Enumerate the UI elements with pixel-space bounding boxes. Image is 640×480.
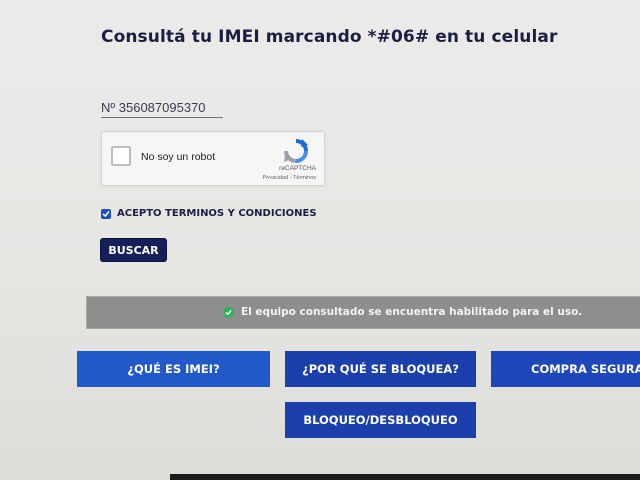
terms-label: ACEPTO TERMINOS Y CONDICIONES xyxy=(117,208,317,219)
result-message: El equipo consultado se encuentra habili… xyxy=(241,306,583,318)
recaptcha-logo-icon xyxy=(284,139,308,163)
check-icon xyxy=(102,210,110,217)
recaptcha-brand: reCAPTCHA xyxy=(279,165,316,172)
recaptcha-links[interactable]: Privacidad - Términos xyxy=(263,175,316,181)
page-title: Consultá tu IMEI marcando *#06# en tu ce… xyxy=(101,27,558,47)
terms-checkbox[interactable] xyxy=(101,208,111,219)
why-blocked-button[interactable]: ¿POR QUÉ SE BLOQUEA? xyxy=(285,351,476,387)
success-check-icon xyxy=(223,306,234,318)
recaptcha-widget: No soy un robot reCAPTCHA Privacidad - T… xyxy=(101,131,325,186)
recaptcha-checkbox[interactable] xyxy=(111,146,131,166)
what-is-imei-button[interactable]: ¿QUÉ ES IMEI? xyxy=(77,351,270,387)
imei-input[interactable] xyxy=(101,97,223,118)
result-banner: El equipo consultado se encuentra habili… xyxy=(86,296,640,329)
block-unblock-button[interactable]: BLOQUEO/DESBLOQUEO xyxy=(285,402,476,438)
safe-purchase-button[interactable]: COMPRA SEGURA xyxy=(491,351,640,387)
recaptcha-label: No soy un robot xyxy=(141,151,216,163)
screen-bezel xyxy=(170,474,640,480)
terms-row: ACEPTO TERMINOS Y CONDICIONES xyxy=(101,208,317,219)
search-button[interactable]: BUSCAR xyxy=(101,239,166,261)
